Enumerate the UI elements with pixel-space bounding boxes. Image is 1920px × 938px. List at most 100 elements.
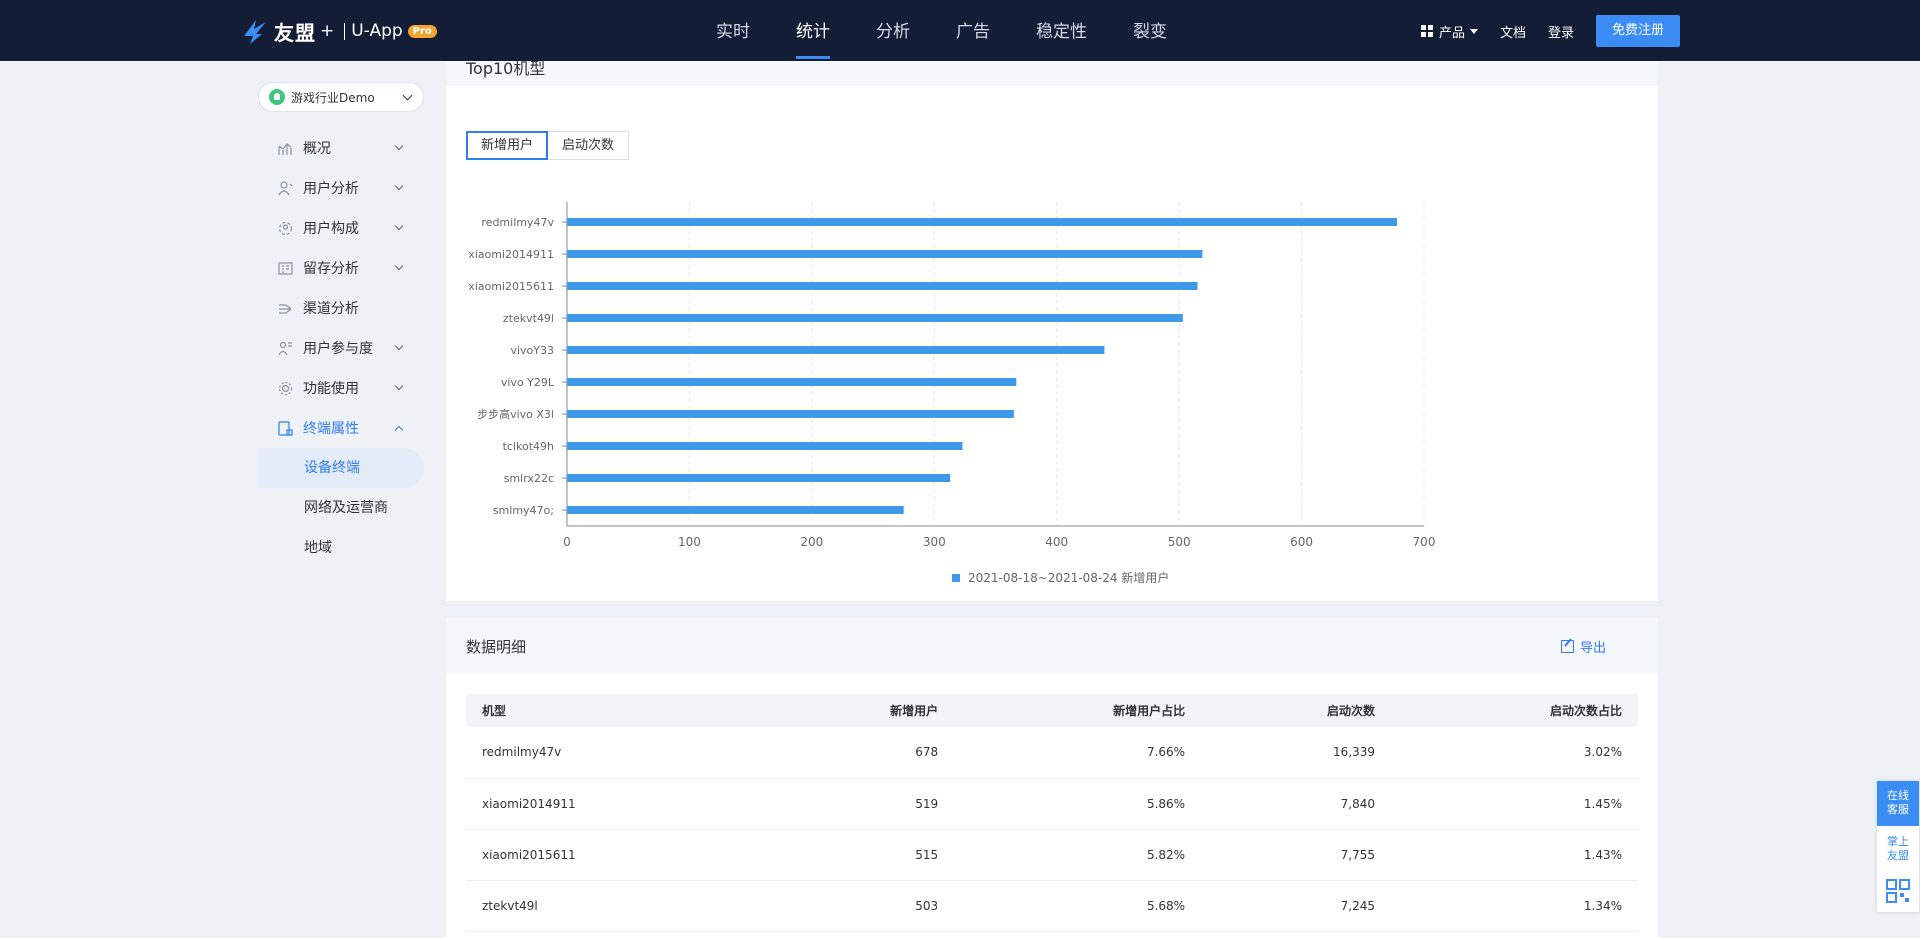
export-label: 导出 [1579,641,1606,656]
chevron-down-icon [394,381,404,391]
sidebar-item-user-composition[interactable]: 用户构成 [258,208,424,248]
table-cell: 1.34% [1391,880,1638,932]
bar [567,314,1183,322]
x-tick-label: 300 [923,535,946,549]
bar [567,378,1017,386]
sidebar-item-retention[interactable]: 留存分析 [258,248,424,288]
bar [567,410,1014,418]
table-cell: 7,245 [1201,880,1392,932]
android-icon [269,89,285,105]
sidebar-item-label: 留存分析 [303,261,359,277]
product-label: 产品 [1438,25,1465,41]
bar [567,282,1198,290]
y-tick-label: smlrx22c [504,472,554,485]
product-menu[interactable]: 产品 [1420,22,1478,41]
export-button[interactable]: 导出 [1560,637,1606,656]
chevron-down-icon [394,261,404,271]
nav-statistics[interactable]: 统计 [796,0,830,61]
online-service-label: 客服 [1887,803,1909,816]
docs-link[interactable]: 文档 [1500,22,1526,41]
table-cell: 678 [764,727,955,779]
table-cell: 7,840 [1201,778,1392,830]
legend-label: 2021-08-18~2021-08-24 新增用户 [968,570,1169,585]
column-header[interactable]: 机型 [466,694,765,727]
sidebar-item-label: 功能使用 [303,381,359,397]
app-selector-label: 游戏行业Demo [291,90,375,105]
qr-code-icon [1886,879,1910,903]
chevron-down-icon [394,141,404,151]
online-service-button[interactable]: 在线 客服 [1877,781,1919,826]
detail-title: 数据明细 [466,638,527,656]
chevron-down-icon [394,341,404,351]
x-tick-label: 700 [1413,535,1436,549]
column-header[interactable]: 新增用户占比 [954,694,1202,727]
x-tick-label: 200 [800,535,823,549]
sidebar-item-label: 终端属性 [303,421,359,437]
tab-launches[interactable]: 启动次数 [548,131,630,160]
x-tick-label: 400 [1045,535,1068,549]
caret-down-icon [1469,28,1478,34]
x-tick-label: 0 [563,535,571,549]
table-cell: xiaomi2014911 [466,778,765,830]
nav-stability[interactable]: 稳定性 [1036,0,1087,61]
sidebar-subitem-device[interactable]: 设备终端 [258,448,424,488]
y-tick-label: smlmy47o; [493,504,554,517]
table-cell: 7.66% [954,727,1202,779]
bar [567,346,1105,354]
table-cell: 5.68% [954,880,1202,932]
y-tick-label: vivoY33 [510,344,554,357]
column-header[interactable]: 启动次数占比 [1391,694,1638,727]
table-cell: 1.45% [1391,778,1638,830]
column-header[interactable]: 新增用户 [764,694,955,727]
x-tick-label: 500 [1168,535,1191,549]
bar [567,218,1398,226]
bar [567,250,1203,258]
y-tick-label: 步步高vivo X3l [477,407,554,421]
table-row: ztekvt49l 503 5.68% 7,245 1.34% [466,880,1638,932]
mobile-umeng-label: 掌上 [1887,835,1909,848]
sidebar-item-function-usage[interactable]: 功能使用 [258,368,424,408]
table-row: xiaomi2014911 519 5.86% 7,840 1.45% [466,778,1638,830]
table-cell: 7,755 [1201,829,1392,881]
sidebar-item-engagement[interactable]: 用户参与度 [258,328,424,368]
sidebar-subitem-network[interactable]: 网络及运营商 [258,488,424,528]
sidebar-menu: 概况 用户分析 用户构成 留存分析 渠道分析 用户参与度 功能使用 终端属性 设… [258,128,424,568]
sidebar-item-user-analysis[interactable]: 用户分析 [258,168,424,208]
nav-fission[interactable]: 裂变 [1133,0,1167,61]
user-composition-icon [278,221,293,236]
app-selector[interactable]: 游戏行业Demo [258,82,424,112]
chevron-down-icon [394,181,404,191]
nav-ads[interactable]: 广告 [956,0,990,61]
sidebar-item-label: 用户构成 [303,221,359,237]
edit-export-icon [1560,640,1574,653]
table-cell: redmilmy47v [466,727,765,779]
legend-swatch [952,574,960,582]
sidebar-subitem-region[interactable]: 地域 [258,528,424,568]
signup-button[interactable]: 免费注册 [1595,15,1680,47]
channel-icon [278,301,293,316]
nav-realtime[interactable]: 实时 [716,0,750,61]
bar [567,442,963,450]
y-tick-label: xiaomi2014911 [468,248,554,261]
logo[interactable]: 友盟 + U-App Pro [242,14,437,48]
table-cell: 1.43% [1391,829,1638,881]
mobile-umeng-button[interactable]: 掌上 友盟 [1877,826,1919,871]
table-cell: xiaomi2015611 [466,829,765,881]
sidebar-item-overview[interactable]: 概况 [258,128,424,168]
sidebar-item-label: 渠道分析 [303,301,359,317]
x-tick-label: 100 [678,535,701,549]
sidebar-item-label: 概况 [303,141,331,157]
bar [567,506,904,514]
tab-new-users[interactable]: 新增用户 [466,131,549,160]
nav-analysis[interactable]: 分析 [876,0,910,61]
qr-code-button[interactable] [1877,871,1919,911]
y-tick-label: tclkot49h [503,440,554,453]
top-right-actions: 产品 文档 登录 免费注册 [1420,15,1680,47]
login-link[interactable]: 登录 [1548,22,1574,41]
column-header[interactable]: 启动次数 [1201,694,1392,727]
y-tick-label: vivo Y29L [501,376,555,389]
sidebar-item-channel[interactable]: 渠道分析 [258,288,424,328]
table-header-row: 机型 新增用户 新增用户占比 启动次数 启动次数占比 [466,694,1638,727]
y-tick-label: redmilmy47v [481,216,554,229]
sidebar-item-terminal[interactable]: 终端属性 [258,408,424,448]
